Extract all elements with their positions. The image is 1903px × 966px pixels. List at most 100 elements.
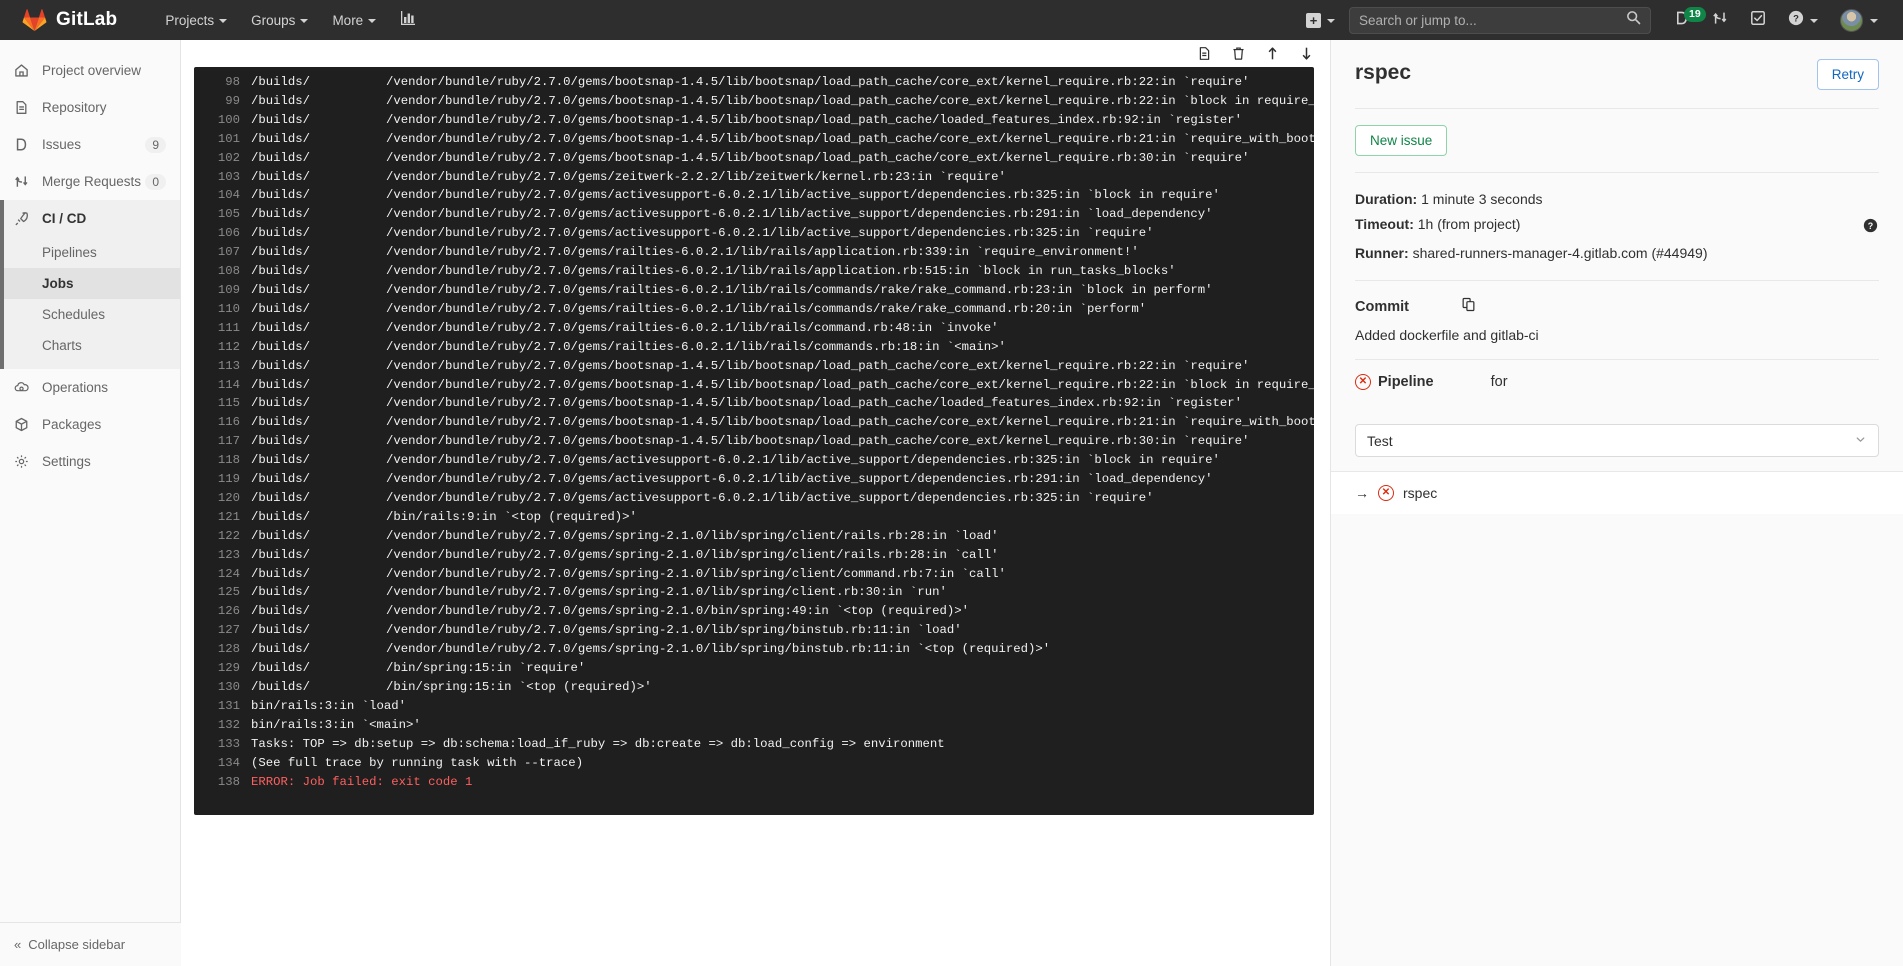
search-input[interactable] (1359, 12, 1626, 28)
trash-icon[interactable] (1231, 46, 1246, 61)
log-line-number[interactable]: 107 (194, 243, 251, 262)
log-line-number[interactable]: 104 (194, 186, 251, 205)
log-line-number[interactable]: 130 (194, 678, 251, 697)
todos-nav-button[interactable] (1739, 0, 1777, 40)
runner-value: shared-runners-manager-4.gitlab.com (#44… (1412, 245, 1708, 261)
log-line-number[interactable]: 99 (194, 92, 251, 111)
log-line-body: /vendor/bundle/ruby/2.7.0/gems/bootsnap-… (386, 75, 1250, 89)
log-line-number[interactable]: 113 (194, 357, 251, 376)
user-menu-button[interactable] (1829, 0, 1889, 40)
log-line-number[interactable]: 129 (194, 659, 251, 678)
commit-header: Commit (1355, 297, 1879, 316)
log-line: 118/builds/ /vendor/bundle/ruby/2.7.0/gem… (194, 451, 1314, 470)
log-line-number[interactable]: 108 (194, 262, 251, 281)
log-line-number[interactable]: 116 (194, 413, 251, 432)
collapse-sidebar-button[interactable]: « Collapse sidebar (0, 922, 181, 966)
log-line-number[interactable]: 138 (194, 773, 251, 792)
log-line: 123/builds/ /vendor/bundle/ruby/2.7.0/gem… (194, 546, 1314, 565)
nav-more[interactable]: More (320, 0, 388, 40)
sidebar-item-label: Project overview (42, 63, 142, 78)
double-chevron-left-icon: « (14, 937, 21, 952)
sidebar-item-project-overview[interactable]: Project overview (0, 52, 180, 89)
log-line-number[interactable]: 120 (194, 489, 251, 508)
nav-groups[interactable]: Groups (239, 0, 320, 40)
sidebar-item-settings[interactable]: Settings (0, 443, 180, 480)
log-line-number[interactable]: 117 (194, 432, 251, 451)
log-line-body: /vendor/bundle/ruby/2.7.0/gems/activesup… (386, 226, 1154, 241)
log-line-number[interactable]: 123 (194, 546, 251, 565)
pipeline-label[interactable]: Pipeline (1378, 374, 1434, 390)
log-line-number[interactable]: 102 (194, 149, 251, 168)
job-log-output[interactable]: 98/builds/ /vendor/bundle/ruby/2.7.0/gems… (194, 67, 1314, 815)
sidebar-item-packages[interactable]: Packages (0, 406, 180, 443)
log-line-number[interactable]: 118 (194, 451, 251, 470)
log-line-number[interactable]: 127 (194, 621, 251, 640)
log-line: 133 Tasks: TOP => db:setup => db:schema:l… (194, 735, 1314, 754)
log-line-number[interactable]: 111 (194, 319, 251, 338)
log-line-prefix: /builds/ (251, 490, 311, 505)
gitlab-logo-link[interactable]: GitLab (22, 8, 117, 32)
log-line-prefix: /builds/ (251, 604, 311, 619)
analytics-button[interactable] (388, 0, 428, 40)
sidebar-item-merge-requests[interactable]: Merge Requests 0 (0, 163, 180, 200)
log-line-number[interactable]: 122 (194, 527, 251, 546)
log-line-number[interactable]: 125 (194, 583, 251, 602)
log-line: 126/builds/ /vendor/bundle/ruby/2.7.0/gem… (194, 602, 1314, 621)
sidebar-item-charts[interactable]: Charts (0, 330, 180, 361)
log-line-number[interactable]: 105 (194, 205, 251, 224)
scroll-to-top-icon[interactable] (1265, 46, 1280, 61)
log-line-prefix: /builds/ (251, 320, 311, 335)
commit-message[interactable]: Added dockerfile and gitlab-ci (1355, 327, 1879, 343)
log-line-body: bin/rails:3:in `<main>' (251, 717, 421, 732)
sidebar-item-jobs[interactable]: Jobs (0, 268, 180, 299)
chevron-down-icon (1327, 19, 1335, 23)
log-line-number[interactable]: 109 (194, 281, 251, 300)
new-issue-button[interactable]: New issue (1355, 125, 1448, 156)
log-line-prefix: /builds/ (251, 623, 311, 638)
stage-dropdown[interactable]: Test (1355, 424, 1879, 457)
log-line-number[interactable]: 106 (194, 224, 251, 243)
log-line-number[interactable]: 121 (194, 508, 251, 527)
help-nav-button[interactable]: ? (1777, 0, 1829, 40)
sidebar-item-cicd[interactable]: CI / CD (0, 200, 180, 237)
cloud-gear-icon (14, 380, 32, 395)
merge-requests-nav-button[interactable] (1701, 0, 1739, 40)
log-line-number[interactable]: 126 (194, 602, 251, 621)
job-log-area: 98/builds/ /vendor/bundle/ruby/2.7.0/gems… (181, 40, 1330, 966)
sidebar-item-pipelines[interactable]: Pipelines (0, 237, 180, 268)
log-line-number[interactable]: 124 (194, 565, 251, 584)
sidebar-item-operations[interactable]: Operations (0, 369, 180, 406)
sidebar-item-repository[interactable]: Repository (0, 89, 180, 126)
log-line-number[interactable]: 128 (194, 640, 251, 659)
log-line-number[interactable]: 114 (194, 376, 251, 395)
log-line-number[interactable]: 119 (194, 470, 251, 489)
issues-nav-button[interactable]: 19 (1663, 0, 1706, 40)
nav-projects[interactable]: Projects (153, 0, 239, 40)
sidebar-item-issues[interactable]: Issues 9 (0, 126, 180, 163)
sidebar-item-schedules[interactable]: Schedules (0, 299, 180, 330)
log-line-number[interactable]: 100 (194, 111, 251, 130)
project-sidebar: Project overview Repository Issues 9 Mer… (0, 40, 181, 966)
log-line-number[interactable]: 112 (194, 338, 251, 357)
log-line-number[interactable]: 133 (194, 735, 251, 754)
log-line-number[interactable]: 101 (194, 130, 251, 149)
log-line-number[interactable]: 98 (194, 73, 251, 92)
log-line-number[interactable]: 103 (194, 168, 251, 187)
plus-square-icon: + (1306, 12, 1321, 28)
list-item[interactable]: → ✕ rspec (1331, 472, 1903, 514)
sidebar-item-label: Merge Requests (42, 174, 142, 189)
log-line-number[interactable]: 131 (194, 697, 251, 716)
log-line-number[interactable]: 134 (194, 754, 251, 773)
create-new-button[interactable]: + (1298, 12, 1343, 28)
search-box[interactable] (1349, 6, 1651, 34)
copy-icon[interactable] (1461, 297, 1476, 316)
log-line-text: bin/rails:3:in `<main>' (251, 716, 1314, 735)
retry-button[interactable]: Retry (1816, 59, 1879, 90)
log-line-text: /builds/ /vendor/bundle/ruby/2.7.0/gems/b… (251, 111, 1314, 130)
log-line-number[interactable]: 115 (194, 394, 251, 413)
log-line-number[interactable]: 132 (194, 716, 251, 735)
scroll-to-bottom-icon[interactable] (1299, 46, 1314, 61)
question-circle-icon[interactable]: ? (1863, 216, 1879, 241)
log-line-number[interactable]: 110 (194, 300, 251, 319)
raw-file-icon[interactable] (1197, 46, 1212, 61)
